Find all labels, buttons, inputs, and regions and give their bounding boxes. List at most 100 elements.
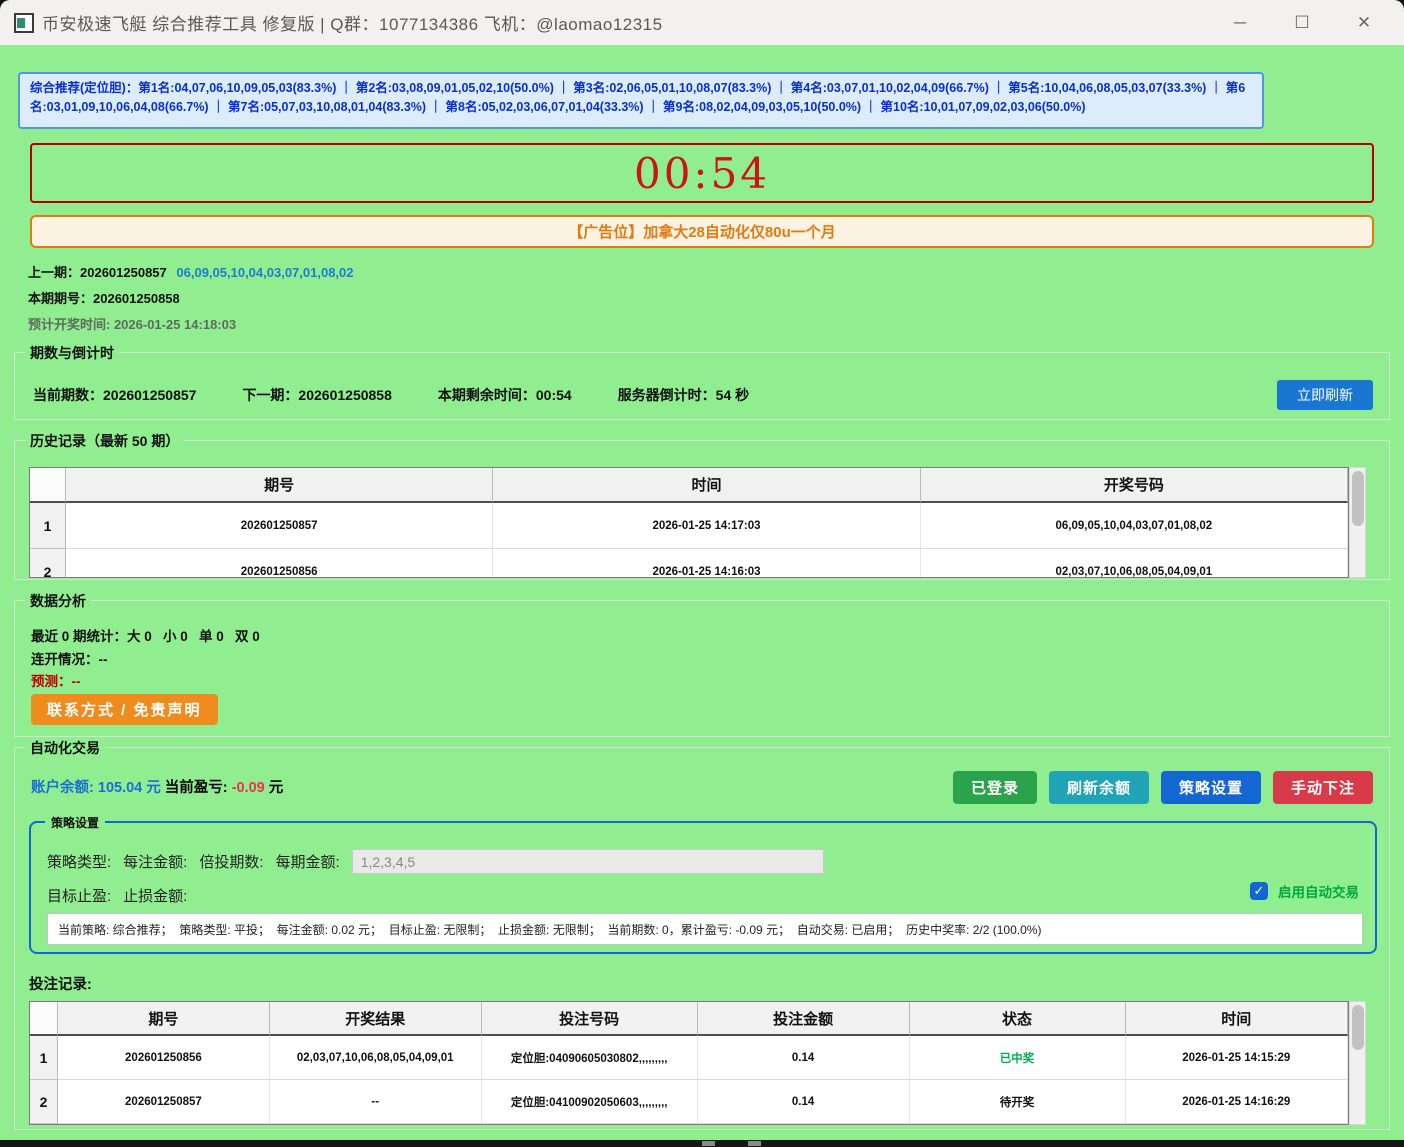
- refresh-now-button[interactable]: 立即刷新: [1277, 380, 1373, 410]
- balance-line: 账户余额: 105.04 元 当前盈亏: -0.09 元: [31, 776, 283, 797]
- previous-period-label: 上一期：202601250857: [28, 265, 167, 280]
- bets-row-1-time[interactable]: 2026-01-25 14:15:29: [1126, 1036, 1348, 1080]
- strategy-line-1: 策略类型: 每注金额: 倍投期数: 每期金额:: [47, 849, 824, 874]
- history-row-2-time[interactable]: 2026-01-25 14:16:03: [493, 549, 920, 578]
- history-row-2-index: 2: [30, 549, 66, 578]
- ad-text: 【广告位】加拿大28自动化仅80u一个月: [568, 221, 836, 242]
- auto-trade-toggle[interactable]: ✓ 启用自动交易: [1250, 881, 1359, 901]
- multiplier-periods-label: 倍投期数:: [199, 851, 263, 872]
- checkbox-checked-icon[interactable]: ✓: [1250, 882, 1268, 900]
- history-row-2-period[interactable]: 202601250856: [66, 549, 493, 578]
- analysis-streak: 连开情况：--: [31, 648, 108, 668]
- strategy-line-2: 目标止盈: 止损金额:: [47, 885, 187, 906]
- bets-table-grid: 期号 开奖结果 投注号码 投注金额 状态 时间 1 202601250856 0…: [30, 1002, 1348, 1124]
- auto-trading-group-title: 自动化交易: [25, 738, 105, 758]
- bets-row-1-amount[interactable]: 0.14: [698, 1036, 910, 1080]
- bets-row-1-index: 1: [30, 1036, 58, 1080]
- history-header-period[interactable]: 期号: [66, 468, 493, 503]
- history-table: 期号 时间 开奖号码 1 202601250857 2026-01-25 14:…: [29, 467, 1349, 578]
- bets-row-1-result[interactable]: 02,03,07,10,06,08,05,04,09,01: [270, 1036, 482, 1080]
- history-table-grid: 期号 时间 开奖号码 1 202601250857 2026-01-25 14:…: [30, 468, 1348, 578]
- draw-info: 上一期：202601250857 06,09,05,10,04,03,07,01…: [28, 262, 354, 340]
- analysis-stats: 最近 0 期统计：大 0 小 0 单 0 双 0: [31, 625, 260, 645]
- strategy-type-label: 策略类型:: [47, 851, 111, 872]
- previous-period-numbers: 06,09,05,10,04,03,07,01,08,02: [176, 265, 353, 280]
- per-bet-amount-label: 每注金额:: [123, 851, 187, 872]
- bets-header-time[interactable]: 时间: [1126, 1002, 1348, 1036]
- contact-disclaimer-button[interactable]: 联系方式 / 免责声明: [31, 694, 218, 725]
- history-row-1-period[interactable]: 202601250857: [66, 503, 493, 549]
- bets-scrollbar[interactable]: [1349, 1001, 1366, 1125]
- history-row-2-numbers[interactable]: 02,03,07,10,06,08,05,04,09,01: [921, 549, 1348, 578]
- stop-loss-label: 止损金额:: [123, 885, 187, 906]
- bets-row-2-period[interactable]: 202601250857: [58, 1080, 270, 1124]
- history-row-1-time[interactable]: 2026-01-25 14:17:03: [493, 503, 920, 549]
- remaining-time-stat: 本期剩余时间：00:54: [438, 385, 572, 405]
- history-scrollbar[interactable]: [1349, 467, 1366, 578]
- countdown-panel: 00:54: [30, 143, 1374, 203]
- auto-trading-group: 自动化交易 账户余额: 105.04 元 当前盈亏: -0.09 元 已登录 刷…: [14, 747, 1390, 1130]
- auto-trade-label: 启用自动交易: [1278, 881, 1359, 901]
- taskbar-icon: [702, 1141, 715, 1146]
- bets-row-2-status[interactable]: 待开奖: [910, 1080, 1126, 1124]
- bets-row-1-period[interactable]: 202601250856: [58, 1036, 270, 1080]
- strategy-status-bar: 当前策略: 综合推荐； 策略类型: 平投； 每注金额: 0.02 元； 目标止盈…: [47, 913, 1363, 945]
- period-amount-input[interactable]: [352, 849, 824, 874]
- action-buttons: 已登录 刷新余额 策略设置 手动下注: [953, 771, 1373, 804]
- bets-row-2-result[interactable]: --: [270, 1080, 482, 1124]
- ad-banner[interactable]: 【广告位】加拿大28自动化仅80u一个月: [30, 215, 1374, 248]
- history-header-numbers[interactable]: 开奖号码: [921, 468, 1348, 503]
- manual-bet-button[interactable]: 手动下注: [1273, 771, 1373, 804]
- analysis-group: 数据分析 最近 0 期统计：大 0 小 0 单 0 双 0 连开情况：-- 预测…: [14, 600, 1390, 737]
- current-period-stat: 当前期数：202601250857: [33, 385, 196, 405]
- window-controls: ─ ☐ ✕: [1226, 13, 1396, 33]
- per-period-amount-label: 每期金额:: [276, 851, 340, 872]
- recommendation-banner: 综合推荐(定位胆)：第1名:04,07,06,10,09,05,03(83.3%…: [18, 72, 1264, 129]
- strategy-settings-box: 策略设置 策略类型: 每注金额: 倍投期数: 每期金额: 目标止盈: 止损金额:…: [29, 821, 1377, 954]
- bets-header-numbers[interactable]: 投注号码: [482, 1002, 698, 1036]
- period-countdown-group: 期数与倒计时 当前期数：202601250857 下一期：20260125085…: [14, 352, 1390, 420]
- bets-header-result[interactable]: 开奖结果: [270, 1002, 482, 1036]
- pnl-value: -0.09: [232, 780, 265, 796]
- next-period-stat: 下一期：202601250858: [242, 385, 391, 405]
- bets-header-status[interactable]: 状态: [910, 1002, 1126, 1036]
- server-countdown-stat: 服务器倒计时：54 秒: [618, 385, 749, 405]
- pnl-unit: 元: [269, 780, 284, 796]
- bets-row-2-numbers[interactable]: 定位胆:04100902050603,,,,,,,,,: [482, 1080, 698, 1124]
- expected-draw-time: 预计开奖时间: 2026-01-25 14:18:03: [28, 314, 354, 333]
- window-title: 币安极速飞艇 综合推荐工具 修复版 | Q群：1077134386 飞机：@la…: [42, 10, 663, 35]
- recommendation-text: 综合推荐(定位胆)：第1名:04,07,06,10,09,05,03(83.3%…: [30, 79, 1252, 118]
- refresh-balance-button[interactable]: 刷新余额: [1049, 771, 1149, 804]
- strategy-settings-button[interactable]: 策略设置: [1161, 771, 1261, 804]
- logged-in-button[interactable]: 已登录: [953, 771, 1037, 804]
- history-header-time[interactable]: 时间: [493, 468, 920, 503]
- app-window: 币安极速飞艇 综合推荐工具 修复版 | Q群：1077134386 飞机：@la…: [0, 0, 1404, 1140]
- history-corner-cell: [30, 468, 66, 503]
- pnl-label: 当前盈亏:: [165, 780, 228, 796]
- balance-value: 105.04 元: [98, 780, 161, 796]
- history-group-title: 历史记录（最新 50 期）: [25, 431, 184, 451]
- previous-period-line: 上一期：202601250857 06,09,05,10,04,03,07,01…: [28, 262, 354, 281]
- bets-corner-cell: [30, 1002, 58, 1036]
- bets-row-2-time[interactable]: 2026-01-25 14:16:29: [1126, 1080, 1348, 1124]
- maximize-icon[interactable]: ☐: [1288, 13, 1316, 33]
- taskbar-icon: [748, 1141, 761, 1146]
- minimize-icon[interactable]: ─: [1226, 13, 1254, 33]
- take-profit-label: 目标止盈:: [47, 885, 111, 906]
- bets-table: 期号 开奖结果 投注号码 投注金额 状态 时间 1 202601250856 0…: [29, 1001, 1349, 1125]
- analysis-prediction: 预测：--: [31, 670, 81, 690]
- countdown-value: 00:54: [634, 149, 770, 198]
- history-row-1-numbers[interactable]: 06,09,05,10,04,03,07,01,08,02: [921, 503, 1348, 549]
- bets-header-amount[interactable]: 投注金额: [698, 1002, 910, 1036]
- bets-row-1-status[interactable]: 已中奖: [910, 1036, 1126, 1080]
- period-status-line: 当前期数：202601250857 下一期：202601250858 本期剩余时…: [33, 385, 749, 405]
- bets-row-2-amount[interactable]: 0.14: [698, 1080, 910, 1124]
- bets-scrollbar-thumb[interactable]: [1352, 1005, 1364, 1050]
- history-scrollbar-thumb[interactable]: [1352, 471, 1364, 526]
- bets-row-1-numbers[interactable]: 定位胆:04090605030802,,,,,,,,,: [482, 1036, 698, 1080]
- bets-section-title: 投注记录:: [29, 973, 92, 994]
- app-icon: [14, 13, 34, 33]
- bets-header-period[interactable]: 期号: [58, 1002, 270, 1036]
- history-row-1-index: 1: [30, 503, 66, 549]
- close-icon[interactable]: ✕: [1350, 13, 1378, 33]
